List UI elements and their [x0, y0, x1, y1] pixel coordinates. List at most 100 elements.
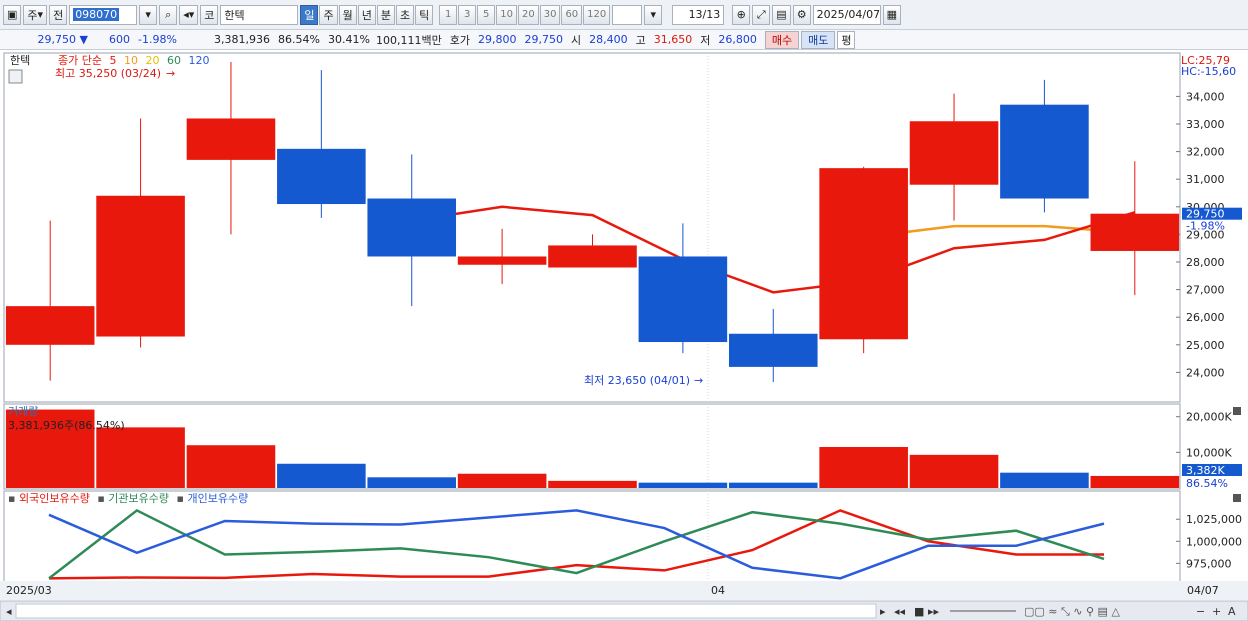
candle-body	[819, 168, 908, 340]
custom-dropdown-icon[interactable]: ▾	[644, 4, 663, 25]
table-toggle-icon[interactable]	[8, 69, 23, 84]
quote-bar: 29,750 ▼ 600 -1.98% 3,381,936 86.54% 30.…	[0, 30, 1248, 50]
high-arrow-icon: →	[166, 67, 175, 80]
holding-tick-label: 1,000,000	[1186, 535, 1242, 548]
custom-interval-input[interactable]	[612, 4, 643, 25]
volume-bar	[186, 445, 276, 488]
code-input[interactable]: 098070	[69, 4, 138, 25]
bid-value: 29,800	[477, 33, 517, 46]
price-tick-label: 26,000	[1186, 311, 1225, 324]
open-label: 시	[570, 33, 582, 47]
period-tab-3[interactable]: 년	[357, 4, 376, 25]
date-field[interactable]: 2025/04/07	[812, 4, 881, 25]
current-price: 29,750 ▼	[37, 33, 88, 46]
price-tick-label: 27,000	[1186, 284, 1225, 297]
stock-chart[interactable]: 24,00025,00026,00027,00028,00029,00030,0…	[0, 51, 1248, 621]
sell-button[interactable]: 매도	[801, 30, 836, 49]
gear-icon[interactable]: ⚙	[792, 4, 811, 25]
period-tab-0[interactable]: 일	[300, 4, 319, 25]
interval-button-30[interactable]: 30	[539, 4, 561, 25]
volume-bar	[909, 454, 999, 488]
volume-tick-label: 20,000K	[1186, 411, 1232, 424]
amount-value: 100,111백만	[376, 33, 442, 47]
holding-close-icon[interactable]	[1233, 494, 1241, 502]
candle-body	[1000, 104, 1089, 199]
period-select[interactable]: 주 ▾	[23, 4, 48, 25]
scroll-left-icon[interactable]: ◂	[6, 605, 12, 618]
interval-button-120[interactable]: 120	[583, 4, 611, 25]
prev-button[interactable]: 전	[49, 4, 68, 25]
period-tab-2[interactable]: 월	[338, 4, 357, 25]
turnover-value: 30.41%	[328, 33, 370, 46]
candle-body	[1090, 213, 1180, 251]
high-label: 고	[635, 33, 646, 47]
zoom-icon[interactable]: ⊕	[732, 4, 751, 25]
scroll-right-icon[interactable]: ▸	[880, 605, 886, 618]
interval-button-5[interactable]: 5	[477, 4, 496, 25]
interval-button-1[interactable]: 1	[439, 4, 458, 25]
interval-button-60[interactable]: 60	[561, 4, 583, 25]
candle-body	[909, 121, 999, 185]
bid-label: 호가	[449, 33, 470, 47]
ma-legend-120: 120	[188, 54, 209, 67]
scroll-track[interactable]	[15, 603, 877, 619]
current-volume-label: 3,382K	[1186, 464, 1225, 477]
period-tab-1[interactable]: 주	[319, 4, 338, 25]
count-field[interactable]: 13/13	[672, 4, 725, 25]
volume-bar	[819, 447, 908, 488]
low-arrow-icon: →	[694, 374, 703, 387]
volume-bar	[638, 482, 728, 488]
candle-body	[5, 306, 95, 345]
interval-button-20[interactable]: 20	[517, 4, 539, 25]
legend-institution: 기관보유수량	[108, 492, 169, 505]
candle-body	[277, 148, 366, 205]
calendar-icon[interactable]: ▦	[882, 4, 902, 25]
name-prefix[interactable]: 코	[200, 4, 219, 25]
font-size-icon[interactable]: A	[1228, 605, 1236, 618]
last-page-icon[interactable]: ▸▸	[928, 605, 940, 618]
legend-marker-icon: ▪	[97, 492, 104, 505]
ma-legend-10: 10	[124, 54, 138, 67]
open-value: 28,400	[589, 33, 628, 46]
chart-title: 한텍	[10, 54, 30, 67]
volume-bar	[277, 463, 366, 488]
volume-ratio: 86.54%	[278, 33, 320, 46]
price-tick-label: 34,000	[1186, 90, 1225, 103]
change-pct: -1.98%	[138, 33, 177, 46]
name-field[interactable]: 한텍	[220, 4, 299, 25]
zoom-in-icon[interactable]: +	[1212, 605, 1221, 618]
buy-button[interactable]: 매수	[764, 30, 800, 49]
period-tab-5[interactable]: 초	[395, 4, 415, 25]
candle-body	[728, 333, 818, 367]
high-annotation: 최고 35,250 (03/24)	[55, 67, 161, 80]
volume-value: 3,381,936	[214, 33, 270, 46]
stop-icon[interactable]: ■	[914, 605, 924, 618]
avg-button[interactable]: 평	[837, 30, 856, 49]
low-annotation: 최저 23,650 (04/01)	[584, 374, 690, 387]
volume-close-icon[interactable]	[1233, 407, 1241, 415]
date-label-start: 2025/03	[6, 584, 52, 597]
save-icon[interactable]: ▤	[772, 4, 791, 25]
search-icon[interactable]: ⌕	[159, 4, 178, 25]
layout-tools-icon[interactable]: ▢▢ ≈ ⤡ ∿ ⚲ ▤ △	[1024, 605, 1120, 618]
price-tick-label: 33,000	[1186, 118, 1225, 131]
date-label-mid: 04	[711, 584, 725, 597]
ma-legend-prefix: 종가 단순	[58, 54, 102, 67]
first-page-icon[interactable]: ◂◂	[894, 605, 906, 618]
price-tick-label: 25,000	[1186, 339, 1225, 352]
legend-marker-icon: ▪	[8, 492, 15, 505]
interval-button-10[interactable]: 10	[496, 4, 517, 25]
interval-button-3[interactable]: 3	[458, 4, 477, 25]
period-tab-6[interactable]: 틱	[415, 4, 434, 25]
speaker-icon[interactable]: ◂▾	[179, 4, 199, 25]
candle-body	[638, 256, 728, 343]
period-tab-4[interactable]: 분	[376, 4, 395, 25]
ma-legend-20: 20	[145, 54, 159, 67]
volume-bar	[1000, 472, 1089, 488]
current-volume-pct: 86.54%	[1186, 477, 1228, 490]
zoom-out-icon[interactable]: −	[1196, 605, 1205, 618]
period-label: 주	[27, 8, 38, 22]
draw-tool-icon[interactable]: ⤢	[752, 4, 771, 25]
chart-icon[interactable]: ▣	[3, 4, 22, 25]
dropdown-icon[interactable]: ▾	[139, 4, 158, 25]
